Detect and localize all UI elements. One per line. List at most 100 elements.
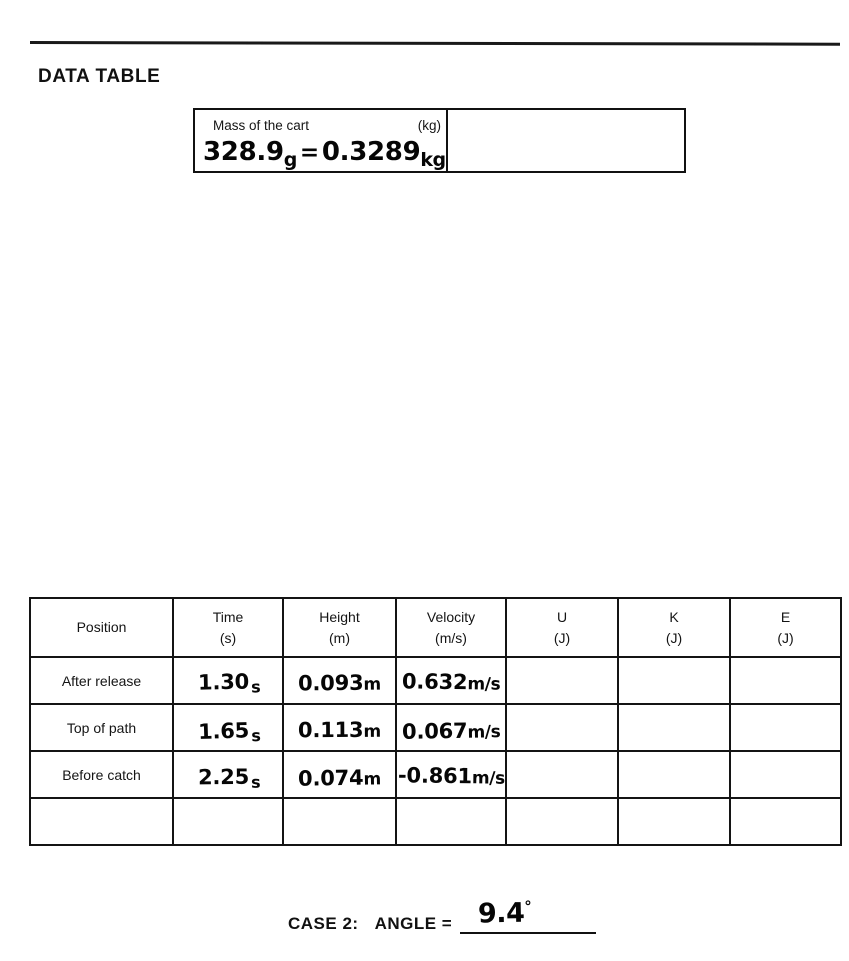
cell-time-unit: s (250, 676, 261, 697)
cell-height-handwriting: 0.113m (298, 717, 381, 741)
table-row: Top of path 1.65s 0.113m 0.067m/s (29, 703, 842, 752)
cell-time-handwriting: 2.25 s (197, 764, 261, 792)
column-header-velocity: Velocity (m/s) (395, 597, 507, 658)
column-header-e-name: E (780, 609, 791, 626)
degree-symbol: ° (524, 897, 532, 916)
cell-time[interactable]: 1.30 s (172, 656, 284, 705)
cell-u[interactable] (505, 797, 619, 846)
mass-grams-value: 328.9 (203, 137, 284, 167)
table-row: After release 1.30 s 0.093m 0.632m/s (29, 656, 842, 705)
cell-velocity-handwriting: 0.067m/s (401, 718, 501, 744)
angle-handwritten-value: 9.4° (478, 898, 532, 930)
column-header-time-unit: (s) (219, 629, 237, 646)
column-header-velocity-unit: (m/s) (435, 629, 467, 646)
page-title: DATA TABLE (38, 66, 161, 87)
cell-height-unit: m (363, 768, 382, 790)
angle-value: 9.4 (477, 897, 525, 930)
cell-time[interactable]: 2.25 s (172, 750, 284, 799)
mass-label-text: Mass of the cart (213, 118, 310, 133)
cell-velocity[interactable]: 0.067m/s (395, 703, 507, 752)
column-header-k-name: K (669, 609, 679, 626)
cell-height-value: 0.074 (297, 765, 364, 791)
cell-e[interactable] (729, 703, 842, 752)
header-divider-rule (29, 41, 841, 46)
cell-time-value: 2.25 (197, 764, 250, 789)
column-header-height-name: Height (319, 609, 360, 626)
column-header-position-name: Position (76, 619, 127, 636)
cell-velocity-value: 0.067 (401, 718, 468, 744)
cell-velocity[interactable]: -0.861m/s (395, 750, 507, 799)
column-header-u: U (J) (505, 597, 619, 658)
cell-u[interactable] (505, 750, 619, 799)
row-position-label: After release (29, 656, 174, 705)
mass-grams-unit: g (283, 149, 298, 171)
column-header-height-unit: (m) (329, 629, 350, 646)
cell-time-value: 1.65 (197, 717, 250, 744)
cell-time[interactable] (172, 797, 284, 846)
column-header-e-unit: (J) (777, 629, 794, 646)
cell-time-value: 1.30 (197, 669, 250, 695)
column-header-time-name: Time (212, 609, 244, 626)
cell-k[interactable] (617, 797, 731, 846)
cell-height[interactable]: 0.113m (282, 703, 397, 752)
column-header-u-unit: (J) (553, 629, 571, 646)
cell-height[interactable]: 0.093m (282, 656, 397, 705)
angle-answer-blank[interactable]: 9.4° (460, 898, 597, 934)
mass-of-cart-table: Mass of the cart (kg) 328.9g = 0.3289kg (193, 108, 686, 173)
cell-velocity[interactable] (395, 797, 507, 846)
table-row (29, 797, 842, 846)
cell-time-unit: s (250, 772, 261, 792)
mass-handwritten-answer: 328.9g = 0.3289kg (203, 137, 446, 171)
column-header-k: K (J) (617, 597, 731, 658)
column-header-position: Position (29, 597, 174, 658)
cell-u[interactable] (505, 656, 619, 705)
case-label: CASE 2: (288, 914, 359, 933)
mass-blank-cell[interactable] (448, 110, 684, 171)
cell-height-value: 0.093 (298, 670, 364, 695)
column-header-height: Height (m) (282, 597, 397, 658)
cell-velocity-unit: m/s (467, 721, 501, 743)
mass-unit-text: (kg) (417, 118, 441, 133)
cell-height-unit: m (363, 721, 381, 742)
cell-height-value: 0.113 (298, 717, 364, 742)
cell-height-handwriting: 0.093m (298, 670, 381, 695)
cell-velocity[interactable]: 0.632m/s (395, 656, 507, 705)
cell-e[interactable] (729, 750, 842, 799)
cell-k[interactable] (617, 703, 731, 752)
cell-k[interactable] (617, 750, 731, 799)
cell-velocity-handwriting: 0.632m/s (402, 669, 501, 694)
cell-time[interactable]: 1.65s (172, 703, 284, 752)
cell-k[interactable] (617, 656, 731, 705)
cell-height[interactable] (282, 797, 397, 846)
mass-kg-unit: kg (420, 149, 446, 171)
row-position-label: Before catch (29, 750, 174, 799)
mass-label-cell: Mass of the cart (kg) 328.9g = 0.3289kg (195, 110, 448, 171)
cell-time-handwriting: 1.65s (197, 717, 261, 745)
row-position-label[interactable] (29, 797, 174, 846)
cell-time-handwriting: 1.30 s (197, 669, 261, 697)
cell-height-handwriting: 0.074m (298, 765, 381, 790)
cell-velocity-value: -0.861 (397, 762, 472, 788)
cell-height[interactable]: 0.074m (282, 750, 397, 799)
mass-kg-value: 0.3289 (321, 137, 421, 167)
cell-e[interactable] (729, 797, 842, 846)
cell-time-unit: s (250, 725, 261, 745)
case-angle-line: CASE 2: ANGLE = 9.4° (288, 898, 597, 934)
cell-velocity-value: 0.632 (401, 668, 468, 694)
column-header-e: E (J) (729, 597, 842, 658)
table-header-row: Position Time (s) Height (m) Velocity (m… (29, 597, 842, 658)
column-header-time: Time (s) (172, 597, 284, 658)
row-position-label: Top of path (29, 703, 174, 752)
cell-u[interactable] (505, 703, 619, 752)
column-header-k-unit: (J) (665, 629, 683, 646)
mass-label-row: Mass of the cart (kg) (213, 118, 441, 133)
column-header-velocity-name: Velocity (426, 609, 476, 626)
measurements-table-container: Position Time (s) Height (m) Velocity (m… (29, 597, 842, 846)
cell-e[interactable] (729, 656, 842, 705)
angle-label: ANGLE = (374, 914, 453, 933)
table-row: Before catch 2.25 s 0.074m -0.861m/s (29, 750, 842, 799)
cell-height-unit: m (363, 674, 382, 695)
measurements-table: Position Time (s) Height (m) Velocity (m… (29, 597, 842, 846)
cell-velocity-unit: m/s (467, 673, 501, 695)
mass-equals-sign: = (299, 140, 319, 166)
